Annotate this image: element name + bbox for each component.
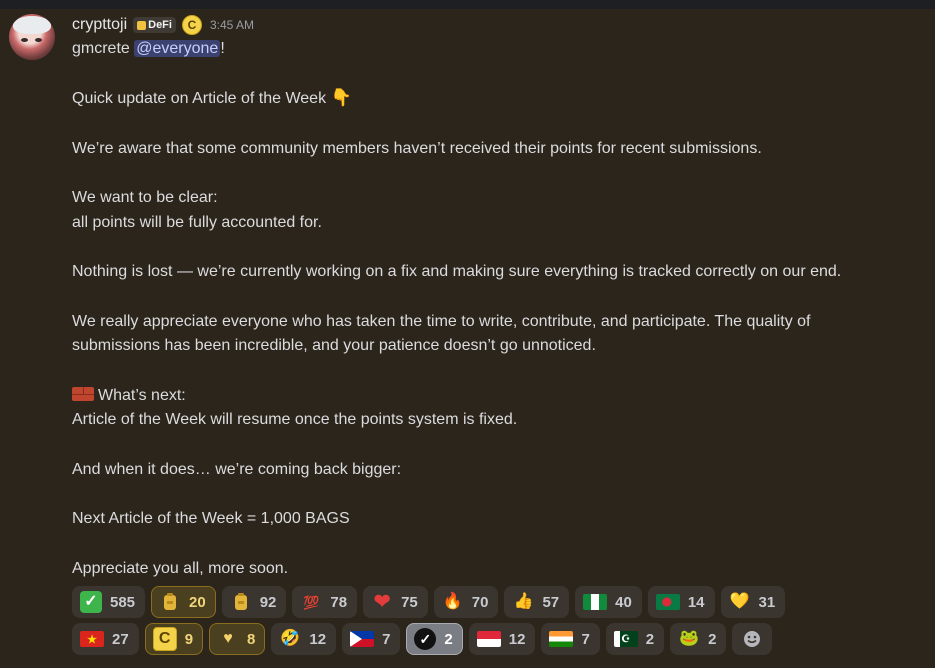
reaction-count: 75 [401,593,418,611]
c-coin-icon: C [152,627,177,651]
reaction-count: 7 [581,630,590,648]
smiley-icon [741,628,763,650]
reaction-count: 14 [687,593,705,611]
reaction-gold-bag[interactable]: 92 [221,586,287,618]
fire-icon: 🔥 [442,593,463,610]
greeting-text: gmcrete [72,40,135,57]
role-tag[interactable]: DeFi [133,17,176,33]
reaction-count: 27 [112,630,129,648]
india-flag-icon [549,631,574,647]
yellow-heart-icon: 💛 [729,593,750,610]
philippines-flag-icon [350,631,375,647]
timestamp[interactable]: 3:45 AM [210,18,254,32]
heart-hands-icon: ♥ [223,630,233,647]
message-header: crypttoji DeFi C 3:45 AM [72,14,254,36]
reaction-hundred[interactable]: 💯 78 [292,586,358,618]
reaction-gold-bag-selected[interactable]: 20 [151,586,216,618]
reaction-count: 20 [189,593,206,611]
indonesia-flag-icon [476,631,501,647]
reaction-bangladesh[interactable]: 14 [647,586,715,618]
reaction-count: 57 [542,593,560,611]
reaction-count: 78 [330,593,348,611]
reaction-india[interactable]: 7 [541,623,600,655]
hundred-points-icon: 💯 [303,594,320,610]
bangladesh-flag-icon [655,594,680,610]
greeting-line: gmcrete @everyone! [72,37,922,62]
add-reaction-button[interactable] [732,623,773,655]
reaction-frog[interactable]: 🐸 2 [670,623,727,655]
gold-bag-icon [230,591,252,613]
reaction-count: 2 [708,630,717,648]
avatar[interactable] [9,14,55,60]
paragraph-8: Appreciate you all, more soon. [72,559,289,577]
reaction-count: 7 [382,630,391,648]
username[interactable]: crypttoji [72,16,127,34]
reaction-vietnam[interactable]: ★ 27 [72,623,139,655]
title-text: Quick update on Article of the Week [72,90,331,108]
next-heading: What’s next: [98,386,186,404]
reaction-count: 2 [444,630,453,648]
check-box-icon: ✓ [80,591,102,613]
reaction-count: 8 [247,630,256,648]
reaction-heart-hands-selected[interactable]: ♥ 8 [209,623,266,655]
crown-icon [137,20,147,30]
reaction-verified-selected[interactable]: ✓ 2 [406,623,463,655]
paragraph-2a: We want to be clear: [72,189,218,207]
reaction-rofl[interactable]: 🤣 12 [271,623,337,655]
reaction-count: 92 [259,593,277,611]
greeting-end: ! [220,40,225,57]
paragraph-4b: submissions has been incredible, and you… [72,337,596,355]
next-heading-line: What’s next: [72,384,922,409]
reactions-bar: ✓ 585 20 92 💯 78 ❤ 75 🔥 70 👍 57 40 14 💛 … [72,586,932,660]
message-body: gmcrete @everyone! Quick update on Artic… [72,37,922,581]
reaction-pakistan[interactable]: ☪ 2 [605,623,665,655]
reactions-row-2: ★ 27 C 9 ♥ 8 🤣 12 7 ✓ 2 12 7 ☪ 2 🐸 2 [72,623,932,655]
reaction-nigeria[interactable]: 40 [575,586,642,618]
coin-badge-icon[interactable]: C [181,15,202,35]
next-line: Article of the Week will resume once the… [72,411,518,429]
paragraph-6: And when it does… we’re coming back bigg… [72,460,402,478]
verified-check-icon: ✓ [414,628,437,650]
pointing-down-icon: 👇 [330,88,352,108]
title-line: Quick update on Article of the Week 👇 [72,86,922,112]
paragraph-7: Next Article of the Week = 1,000 BAGS [72,510,350,528]
role-tag-label: DeFi [148,19,172,31]
reaction-count: 40 [615,593,632,611]
everyone-mention[interactable]: @everyone [134,40,221,57]
reaction-indonesia[interactable]: 12 [468,623,536,655]
red-heart-icon: ❤ [373,591,391,613]
paragraph-1: We’re aware that some community members … [72,139,762,157]
reaction-count: 585 [110,593,136,611]
reaction-red-heart[interactable]: ❤ 75 [363,586,428,618]
reaction-count: 12 [309,630,327,648]
reaction-fire[interactable]: 🔥 70 [433,586,499,618]
reaction-check[interactable]: ✓ 585 [72,586,146,618]
reaction-yellow-heart[interactable]: 💛 31 [720,586,786,618]
reaction-count: 31 [758,593,776,611]
reaction-c-coin-selected[interactable]: C 9 [144,623,204,655]
brick-icon [72,386,94,401]
reaction-philippines[interactable]: 7 [342,623,401,655]
top-bar [0,0,935,9]
reaction-thumbs-up[interactable]: 👍 57 [504,586,570,618]
paragraph-2b: all points will be fully accounted for. [72,213,322,231]
reactions-row-1: ✓ 585 20 92 💯 78 ❤ 75 🔥 70 👍 57 40 14 💛 … [72,586,932,618]
rofl-icon: 🤣 [280,630,301,647]
gold-bag-icon [159,591,181,613]
reaction-count: 70 [471,593,489,611]
paragraph-4a: We really appreciate everyone who has ta… [72,312,811,330]
pakistan-flag-icon: ☪ [613,631,638,647]
frog-icon: 🐸 [679,630,700,647]
vietnam-flag-icon: ★ [80,631,104,647]
reaction-count: 2 [645,630,655,648]
nigeria-flag-icon [583,594,608,610]
paragraph-3: Nothing is lost — we’re currently workin… [72,263,842,281]
reaction-count: 12 [508,630,526,648]
reaction-count: 9 [184,630,194,648]
thumbs-up-icon: 👍 [513,593,534,610]
